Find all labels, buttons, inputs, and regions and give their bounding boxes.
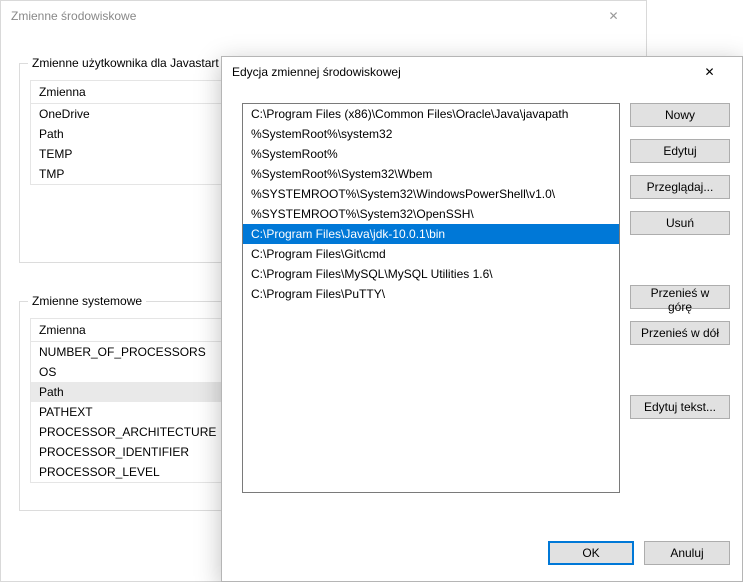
user-vars-group-label: Zmienne użytkownika dla Javastart xyxy=(28,56,223,70)
path-list-item[interactable]: C:\Program Files\Git\cmd xyxy=(243,244,619,264)
edit-env-var-dialog: Edycja zmiennej środowiskowej C:\Program… xyxy=(221,56,743,582)
edit-dialog-title: Edycja zmiennej środowiskowej xyxy=(232,65,687,79)
path-list-item[interactable]: %SystemRoot%\system32 xyxy=(243,124,619,144)
path-list-item[interactable]: %SystemRoot% xyxy=(243,144,619,164)
path-list[interactable]: C:\Program Files (x86)\Common Files\Orac… xyxy=(242,103,620,493)
edit-text-button[interactable]: Edytuj tekst... xyxy=(630,395,730,419)
env-vars-titlebar: Zmienne środowiskowe xyxy=(1,1,646,31)
move-up-button[interactable]: Przenieś w górę xyxy=(630,285,730,309)
edit-button[interactable]: Edytuj xyxy=(630,139,730,163)
path-list-item[interactable]: C:\Program Files (x86)\Common Files\Orac… xyxy=(243,104,619,124)
dialog-footer: OK Anuluj xyxy=(548,541,730,565)
env-vars-title: Zmienne środowiskowe xyxy=(11,9,591,23)
path-list-item[interactable]: %SYSTEMROOT%\System32\OpenSSH\ xyxy=(243,204,619,224)
path-list-item[interactable]: C:\Program Files\PuTTY\ xyxy=(243,284,619,304)
dialog-button-column: Nowy Edytuj Przeglądaj... Usuń Przenieś … xyxy=(630,103,730,419)
browse-button[interactable]: Przeglądaj... xyxy=(630,175,730,199)
edit-dialog-close-button[interactable] xyxy=(687,57,732,87)
env-vars-close-button[interactable] xyxy=(591,1,636,31)
spacer xyxy=(630,247,730,273)
path-list-item[interactable]: %SystemRoot%\System32\Wbem xyxy=(243,164,619,184)
move-down-button[interactable]: Przenieś w dół xyxy=(630,321,730,345)
close-icon xyxy=(608,9,618,23)
path-list-item[interactable]: %SYSTEMROOT%\System32\WindowsPowerShell\… xyxy=(243,184,619,204)
new-button[interactable]: Nowy xyxy=(630,103,730,127)
delete-button[interactable]: Usuń xyxy=(630,211,730,235)
path-list-item[interactable]: C:\Program Files\MySQL\MySQL Utilities 1… xyxy=(243,264,619,284)
ok-button[interactable]: OK xyxy=(548,541,634,565)
edit-dialog-titlebar: Edycja zmiennej środowiskowej xyxy=(222,57,742,87)
path-list-item[interactable]: C:\Program Files\Java\jdk-10.0.1\bin xyxy=(243,224,619,244)
system-vars-group-label: Zmienne systemowe xyxy=(28,294,146,308)
spacer xyxy=(630,357,730,383)
cancel-button[interactable]: Anuluj xyxy=(644,541,730,565)
close-icon xyxy=(704,65,714,79)
